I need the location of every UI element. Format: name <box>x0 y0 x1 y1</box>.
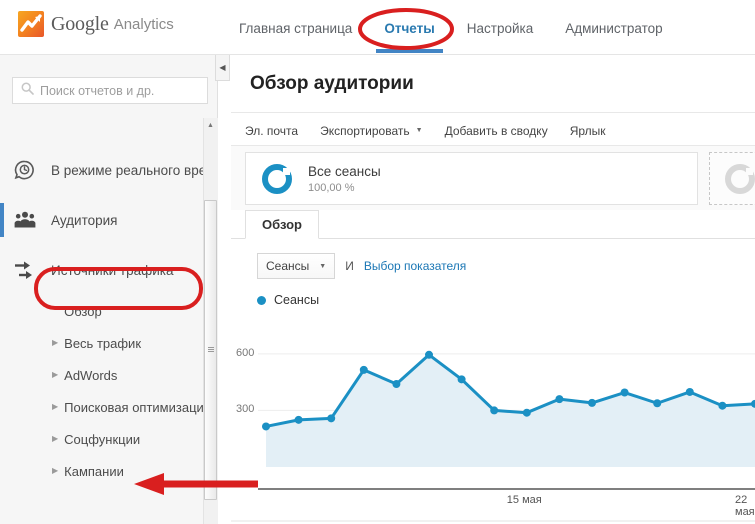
tab-overview[interactable]: Обзор <box>245 210 319 239</box>
topnav-item-reports[interactable]: Отчеты <box>376 3 444 53</box>
metric-select-value: Сеансы <box>266 259 310 273</box>
chart-legend: Сеансы <box>257 293 319 307</box>
caret-right-icon: ▶ <box>52 466 59 475</box>
sidebar-nav-list: В режиме реального времени Аудитория <box>0 145 217 487</box>
title-divider <box>231 112 755 113</box>
select-metric-link[interactable]: Выбор показателя <box>364 259 466 273</box>
add-segment-donut-icon <box>725 163 755 194</box>
caret-right-icon: ▶ <box>52 338 59 347</box>
left-sidebar: Поиск отчетов и др. В режиме реального в… <box>0 55 218 524</box>
chart-data-point[interactable] <box>359 365 368 374</box>
sidebar-scroll-up-button[interactable]: ▲ <box>204 118 217 132</box>
shortcut-button[interactable]: Ярлык <box>570 124 606 138</box>
segment-card-all-sessions[interactable]: Все сеансы 100,00 % <box>245 152 698 205</box>
sidebar-item-realtime-label: В режиме реального времени <box>51 162 217 178</box>
caret-right-icon: ▶ <box>52 402 59 411</box>
caret-right-icon: ▶ <box>52 434 59 443</box>
chart-data-point[interactable] <box>392 380 401 389</box>
segment-strip: Все сеансы 100,00 % <box>231 146 755 210</box>
sidebar-item-acquisition[interactable]: Источники трафика <box>0 245 217 295</box>
segment-card-text: Все сеансы 100,00 % <box>308 164 381 194</box>
report-toolbar: Эл. почта Экспортировать ▼ Добавить в св… <box>245 117 628 144</box>
google-analytics-logo[interactable]: Google Analytics <box>18 11 174 37</box>
sidebar-subitem-adwords[interactable]: ▶ AdWords <box>0 359 217 391</box>
chart-data-point[interactable] <box>555 395 564 404</box>
x-axis-tick-may-22: 22 мая <box>735 494 755 518</box>
chart-data-point[interactable] <box>490 406 499 415</box>
y-axis-tick-600: 600 <box>236 346 255 359</box>
export-button-label: Экспортировать <box>320 123 410 138</box>
sidebar-item-realtime[interactable]: В режиме реального времени <box>0 145 217 195</box>
chart-data-point[interactable] <box>457 375 466 384</box>
chart-data-point[interactable] <box>588 398 596 407</box>
add-to-dashboard-button-label: Добавить в сводку <box>444 123 548 138</box>
chart-data-point[interactable] <box>294 415 303 424</box>
y-axis-tick-300: 300 <box>236 403 255 416</box>
sidebar-subitem-campaigns-label: Кампании <box>64 463 124 479</box>
analytics-logo-icon <box>18 11 44 37</box>
metric-selector-row: Сеансы ▼ И Выбор показателя <box>257 253 466 279</box>
topnav-item-admin[interactable]: Администратор <box>563 3 664 53</box>
main-content: Обзор аудитории Эл. почта Экспортировать… <box>231 55 755 524</box>
search-input-placeholder: Поиск отчетов и др. <box>40 83 155 98</box>
chart-data-point[interactable] <box>620 388 629 397</box>
export-button[interactable]: Экспортировать ▼ <box>320 124 422 138</box>
metric-select-dropdown[interactable]: Сеансы ▼ <box>257 253 336 279</box>
sidebar-subitem-social-label: Соцфункции <box>64 431 141 447</box>
sidebar-collapse-button[interactable]: ◀ <box>215 55 230 81</box>
sidebar-item-audience[interactable]: Аудитория <box>0 195 217 245</box>
sidebar-item-audience-label: Аудитория <box>51 212 118 228</box>
topnav-item-home[interactable]: Главная страница <box>237 3 354 53</box>
sidebar-subitem-all-traffic[interactable]: ▶ Весь трафик <box>0 327 217 359</box>
sidebar-item-acquisition-label: Источники трафика <box>51 262 174 278</box>
scrollbar-grip-icon <box>208 347 214 353</box>
chevron-down-icon: ▼ <box>319 262 327 270</box>
sidebar-scrollbar-thumb[interactable] <box>204 200 217 500</box>
sessions-line-chart[interactable]: 600 300 15 мая 22 мая <box>231 319 755 524</box>
chart-data-point[interactable] <box>522 408 531 417</box>
metric-conjunction: И <box>345 259 354 273</box>
realtime-clock-icon <box>14 160 40 181</box>
chart-data-point[interactable] <box>685 387 694 396</box>
shortcut-button-label: Ярлык <box>569 123 606 138</box>
people-group-icon <box>14 211 40 229</box>
email-button[interactable]: Эл. почта <box>245 124 298 138</box>
top-bar: Google Analytics Главная страница Отчеты… <box>0 0 755 55</box>
chart-data-point[interactable] <box>425 350 433 359</box>
sidebar-subitem-social[interactable]: ▶ Соцфункции <box>0 423 217 455</box>
caret-right-icon: ▶ <box>52 370 59 379</box>
chart-data-point[interactable] <box>718 401 727 410</box>
email-button-label: Эл. почта <box>245 123 299 138</box>
add-to-dashboard-button[interactable]: Добавить в сводку <box>445 124 548 138</box>
tab-strip: Обзор <box>231 210 755 239</box>
chart-data-point[interactable] <box>262 422 270 431</box>
segment-name: Все сеансы <box>308 163 381 179</box>
chart-data-point[interactable] <box>653 399 662 408</box>
top-navigation: Главная страница Отчеты Настройка Админи… <box>237 0 693 55</box>
acquisition-arrows-icon <box>14 260 40 281</box>
page-title: Обзор аудитории <box>250 73 414 94</box>
chevron-down-icon: ▼ <box>415 127 423 134</box>
add-segment-card[interactable] <box>709 152 755 205</box>
chart-data-point[interactable] <box>327 414 336 423</box>
sidebar-subitem-overview[interactable]: ▶ Обзор <box>0 295 217 327</box>
search-icon <box>21 82 34 100</box>
topnav-item-customization[interactable]: Настройка <box>465 3 535 53</box>
segment-donut-icon <box>262 163 292 194</box>
sidebar-subitem-seo-label: Поисковая оптимизация <box>64 399 211 415</box>
logo-subword: Analytics <box>113 15 174 33</box>
x-axis-tick-may-15: 15 мая <box>506 494 542 506</box>
sidebar-subitem-all-traffic-label: Весь трафик <box>64 335 142 351</box>
sidebar-subitem-overview-label: Обзор <box>64 303 102 319</box>
search-input[interactable]: Поиск отчетов и др. <box>12 77 208 104</box>
logo-word: Google <box>51 12 109 35</box>
legend-color-dot <box>257 295 266 305</box>
sidebar-subitem-campaigns[interactable]: ▶ Кампании <box>0 455 217 487</box>
chart-svg <box>231 350 755 522</box>
sidebar-subitem-adwords-label: AdWords <box>64 367 118 383</box>
segment-percent: 100,00 % <box>308 181 355 194</box>
legend-label-sessions: Сеансы <box>274 293 320 307</box>
sidebar-subitem-seo[interactable]: ▶ Поисковая оптимизация <box>0 391 217 423</box>
